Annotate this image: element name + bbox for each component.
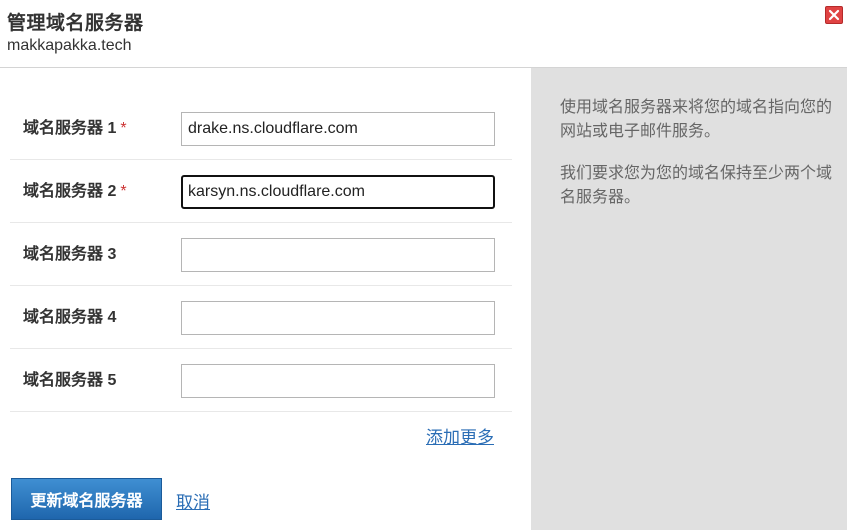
nameserver-input-5[interactable] [181, 364, 495, 398]
required-marker: * [120, 120, 127, 137]
help-panel: 使用域名服务器来将您的域名指向您的网站或电子邮件服务。 我们要求您为您的域名保持… [531, 68, 847, 530]
nameserver-input-4[interactable] [181, 301, 495, 335]
close-icon [828, 9, 840, 21]
nameserver-label-1: 域名服务器 1 * [23, 120, 127, 137]
nameserver-row-1: 域名服务器 1 * [10, 97, 512, 160]
nameserver-row-3: 域名服务器 3 [10, 223, 512, 286]
domain-name: makkapakka.tech [7, 37, 132, 54]
help-text-2: 我们要求您为您的域名保持至少两个域名服务器。 [560, 165, 833, 206]
add-more-link[interactable]: 添加更多 [426, 423, 494, 448]
nameserver-input-1[interactable] [181, 112, 495, 146]
nameserver-input-2[interactable] [181, 175, 495, 209]
dialog-header: 管理域名服务器 makkapakka.tech [0, 0, 847, 68]
nameserver-row-5: 域名服务器 5 [10, 349, 512, 412]
nameserver-row-4: 域名服务器 4 [10, 286, 512, 349]
required-marker: * [120, 183, 127, 200]
cancel-link[interactable]: 取消 [176, 488, 210, 513]
nameserver-input-3[interactable] [181, 238, 495, 272]
help-text-1: 使用域名服务器来将您的域名指向您的网站或电子邮件服务。 [560, 99, 833, 140]
update-nameservers-button[interactable]: 更新域名服务器 [11, 478, 162, 520]
nameserver-row-2: 域名服务器 2 * [10, 160, 512, 223]
nameserver-label-3: 域名服务器 3 [23, 246, 117, 263]
nameserver-label-4: 域名服务器 4 [23, 309, 117, 326]
dialog-title: 管理域名服务器 [7, 13, 144, 34]
close-button[interactable] [825, 6, 843, 24]
nameserver-label-2: 域名服务器 2 * [23, 183, 127, 200]
nameserver-label-5: 域名服务器 5 [23, 372, 117, 389]
